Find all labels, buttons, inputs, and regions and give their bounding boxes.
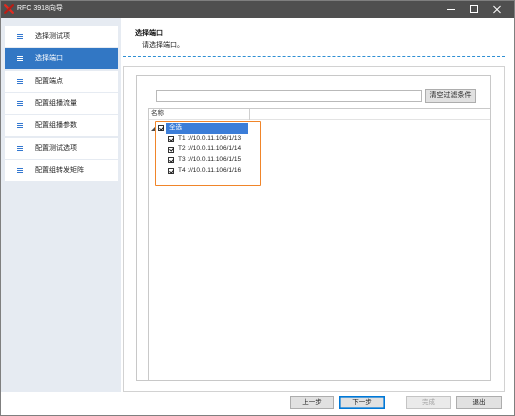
page-title: 选择端口 [135,30,163,37]
list-icon [17,56,23,62]
window-title: RFC 3918向导 [17,5,63,12]
sidebar-item-label: 选择端口 [35,55,63,63]
wizard-window: RFC 3918向导 选择测试项 选择端口 配置端点 配置组播流量 配置组播参数… [0,0,515,416]
sidebar-item-select-test-items[interactable]: 选择测试项 [5,26,118,47]
tree-row-port-t4[interactable]: T4 ://10.0.11.106/1/16 [149,166,490,177]
filter-input[interactable] [156,90,422,102]
minimize-button[interactable] [441,0,461,18]
list-icon [17,101,23,107]
minimize-icon [447,9,455,10]
wizard-step-sidebar: 选择测试项 选择端口 配置端点 配置组播流量 配置组播参数 配置测试选项 配置组… [0,18,121,392]
page-subtitle: 请选择端口。 [142,42,184,49]
column-header-name[interactable]: 名称 [151,109,164,119]
list-header: 名称 [149,109,490,120]
previous-button[interactable]: 上一步 [290,396,334,409]
content-frame: 清空过滤条件 名称 全选 T1 ://10.0.11.106/1/13 T2:… [123,66,505,392]
tree-row-port-t3[interactable]: T3 ://10.0.11.106/1/15 [149,155,490,166]
tree-row-select-all[interactable]: 全选 [149,123,490,134]
title-bar[interactable]: RFC 3918向导 [0,0,515,18]
close-button[interactable] [487,0,507,18]
sidebar-item-configure-forwarding-matrix[interactable]: 配置组转发矩阵 [5,160,118,182]
port-checkbox-t4[interactable] [168,168,174,175]
port-tree: 全选 T1 ://10.0.11.106/1/13 T2 ://10.0.11.… [149,123,490,176]
tree-row-port-t1[interactable]: T1 ://10.0.11.106/1/13 [149,134,490,145]
port-tree-list[interactable]: 名称 全选 T1 ://10.0.11.106/1/13 T2://10.0.… [148,108,490,380]
sidebar-item-label: 配置组播流量 [35,100,77,108]
sidebar-item-label: 配置组播参数 [35,122,77,130]
close-icon [493,5,501,13]
sidebar-item-label: 选择测试项 [35,33,70,40]
finish-button[interactable]: 完成 [406,396,451,409]
port-label-t2: T2 ://10.0.11.106/1/14 [178,145,242,153]
sidebar-item-label: 配置组转发矩阵 [35,167,84,175]
list-icon [17,123,23,129]
list-icon [17,145,23,151]
port-label-t1: T1 ://10.0.11.106/1/13 [178,134,242,142]
sidebar-item-label: 配置测试选项 [35,144,77,152]
sidebar-item-configure-multicast-parameters[interactable]: 配置组播参数 [5,115,118,137]
port-label-t3: T3 ://10.0.11.106/1/15 [178,156,242,164]
next-button[interactable]: 下一步 [339,396,385,409]
maximize-button[interactable] [464,0,484,18]
column-resize-handle[interactable] [249,109,250,120]
sidebar-item-configure-endpoints[interactable]: 配置端点 [5,70,118,92]
sidebar-item-label: 配置端点 [35,77,63,85]
exit-button[interactable]: 退出 [456,396,502,409]
port-checkbox-t2[interactable] [168,146,174,153]
maximize-icon [470,5,478,13]
expand-triangle-icon[interactable] [151,126,155,131]
port-checkbox-t3[interactable] [168,157,174,164]
select-all-checkbox[interactable] [158,125,164,132]
port-checkbox-t1[interactable] [168,135,174,142]
app-logo-icon [4,4,14,14]
clear-filter-button[interactable]: 清空过滤条件 [425,89,476,103]
list-icon [17,34,23,39]
sidebar-item-configure-multicast-traffic[interactable]: 配置组播流量 [5,93,118,115]
port-selection-panel: 清空过滤条件 名称 全选 T1 ://10.0.11.106/1/13 T2:… [136,75,491,381]
port-label-t4: T4 ://10.0.11.106/1/16 [178,166,242,174]
sidebar-item-select-ports[interactable]: 选择端口 [5,48,118,70]
sidebar-item-configure-test-options[interactable]: 配置测试选项 [5,137,118,159]
list-icon [17,78,23,84]
wizard-step-list: 选择测试项 选择端口 配置端点 配置组播流量 配置组播参数 配置测试选项 配置组… [5,26,118,182]
select-all-label: 全选 [166,123,248,134]
header-divider [123,56,505,57]
list-icon [17,168,23,174]
tree-row-port-t2[interactable]: T2 ://10.0.11.106/1/14 [149,144,490,155]
